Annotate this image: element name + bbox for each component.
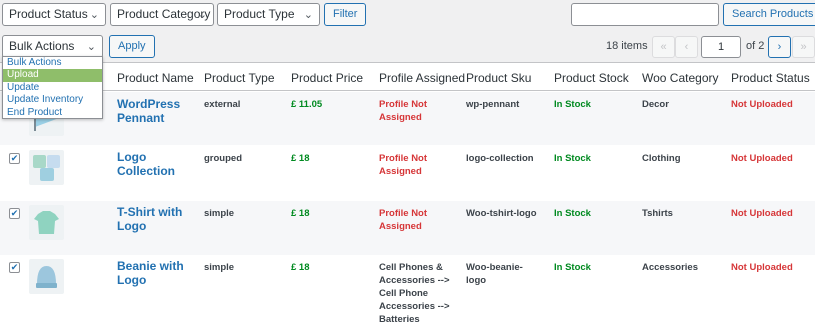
product-stock: In Stock <box>554 262 591 273</box>
product-sku: wp-pennant <box>466 99 520 110</box>
col-product-status: Product Status <box>731 71 810 85</box>
profile-assigned: Profile Not Assigned <box>379 208 428 232</box>
bulk-option-end-product[interactable]: End Product <box>3 107 102 119</box>
product-thumbnail <box>29 205 64 240</box>
first-page-button: « <box>652 36 675 58</box>
next-page-button[interactable]: › <box>768 36 791 58</box>
product-sku: Woo-tshirt-logo <box>466 208 537 219</box>
product-price: £ 18 <box>291 208 310 219</box>
col-profile-assigned: Profile Assigned <box>379 71 466 85</box>
bulk-option-bulk-actions[interactable]: Bulk Actions <box>3 57 102 69</box>
col-product-price: Product Price <box>291 71 364 85</box>
product-status-select[interactable]: Product Status ⌄ <box>2 3 106 26</box>
chevron-down-icon: ⌄ <box>86 41 96 53</box>
chevron-down-icon: ⌄ <box>89 9 99 21</box>
profile-assigned: Profile Not Assigned <box>379 153 428 177</box>
product-stock: In Stock <box>554 208 591 219</box>
col-product-name: Product Name <box>117 71 194 85</box>
product-category-label: Product Category <box>117 7 211 21</box>
current-page-input[interactable]: 1 <box>701 36 741 58</box>
items-count: 18 items <box>606 40 648 52</box>
product-price: £ 18 <box>291 262 310 273</box>
product-status: Not Uploaded <box>731 99 793 110</box>
product-type: simple <box>204 262 235 273</box>
checkbox-checked-icon: ✔ <box>10 153 19 163</box>
product-status: Not Uploaded <box>731 153 793 164</box>
row-checkbox[interactable]: ✔ <box>9 208 20 219</box>
col-product-stock: Product Stock <box>554 71 629 85</box>
row-checkbox[interactable]: ✔ <box>9 262 20 273</box>
chevron-down-icon: ⌄ <box>197 9 207 21</box>
checkbox-checked-icon: ✔ <box>10 262 19 272</box>
product-stock: In Stock <box>554 153 591 164</box>
product-sku: Woo-beanie-logo <box>466 262 523 286</box>
product-status: Not Uploaded <box>731 262 793 273</box>
woo-category: Decor <box>642 99 669 110</box>
table-row: WordPress Pennant external £ 11.05 Profi… <box>0 92 815 145</box>
row-checkbox[interactable]: ✔ <box>9 153 20 164</box>
product-status-label: Product Status <box>9 7 88 21</box>
chevron-down-icon: ⌄ <box>303 9 313 21</box>
woo-category: Tshirts <box>642 208 673 219</box>
col-woo-category: Woo Category <box>642 71 719 85</box>
col-product-type: Product Type <box>204 71 275 85</box>
product-name-link[interactable]: Beanie with Logo <box>117 259 197 287</box>
product-price: £ 18 <box>291 153 310 164</box>
col-product-sku: Product Sku <box>466 71 532 85</box>
product-name-link[interactable]: Logo Collection <box>117 150 197 178</box>
product-category-select[interactable]: Product Category ⌄ <box>110 3 214 26</box>
table-row: ✔ T-Shirt with Logo simple £ 18 Profile … <box>0 201 815 255</box>
product-type: grouped <box>204 153 242 164</box>
product-name-link[interactable]: WordPress Pennant <box>117 97 197 125</box>
tshirt-icon <box>34 211 59 234</box>
product-type: external <box>204 99 241 110</box>
bulk-actions-label: Bulk Actions <box>9 39 75 53</box>
search-input[interactable] <box>571 3 719 26</box>
product-stock: In Stock <box>554 99 591 110</box>
profile-assigned: Cell Phones & Accessories --> Cell Phone… <box>379 262 450 325</box>
product-type-select[interactable]: Product Type ⌄ <box>217 3 320 26</box>
filter-button[interactable]: Filter <box>324 3 367 26</box>
woo-category: Clothing <box>642 153 681 164</box>
bulk-option-upload[interactable]: Upload <box>3 69 102 82</box>
products-table: Product Name Product Type Product Price … <box>0 62 815 330</box>
product-status: Not Uploaded <box>731 208 793 219</box>
product-name-link[interactable]: T-Shirt with Logo <box>117 205 197 233</box>
product-thumbnail <box>29 150 64 185</box>
product-sku: logo-collection <box>466 153 534 164</box>
product-type: simple <box>204 208 235 219</box>
bulk-option-update[interactable]: Update <box>3 82 102 94</box>
last-page-button[interactable]: » <box>792 36 815 58</box>
table-header: Product Name Product Type Product Price … <box>0 63 815 91</box>
checkbox-checked-icon: ✔ <box>10 208 19 218</box>
product-thumbnail <box>29 259 64 294</box>
apply-button[interactable]: Apply <box>109 35 155 58</box>
search-products-button[interactable]: Search Products <box>723 3 815 26</box>
product-type-label: Product Type <box>224 7 295 21</box>
bulk-actions-select[interactable]: Bulk Actions ⌄ <box>2 35 103 58</box>
bulk-actions-dropdown: Bulk Actions Upload Update Update Invent… <box>2 56 103 119</box>
beanie-icon <box>36 266 57 288</box>
profile-assigned: Profile Not Assigned <box>379 99 428 123</box>
bulk-option-update-inventory[interactable]: Update Inventory <box>3 94 102 106</box>
table-row: ✔ Logo Collection grouped £ 18 Profile N… <box>0 145 815 201</box>
total-pages: of 2 <box>746 40 765 52</box>
table-row: ✔ Beanie with Logo simple £ 18 Cell Phon… <box>0 255 815 330</box>
product-price: £ 11.05 <box>291 99 323 110</box>
woo-category: Accessories <box>642 262 698 273</box>
prev-page-button: ‹ <box>675 36 698 58</box>
clothing-collection-icon <box>33 155 60 181</box>
